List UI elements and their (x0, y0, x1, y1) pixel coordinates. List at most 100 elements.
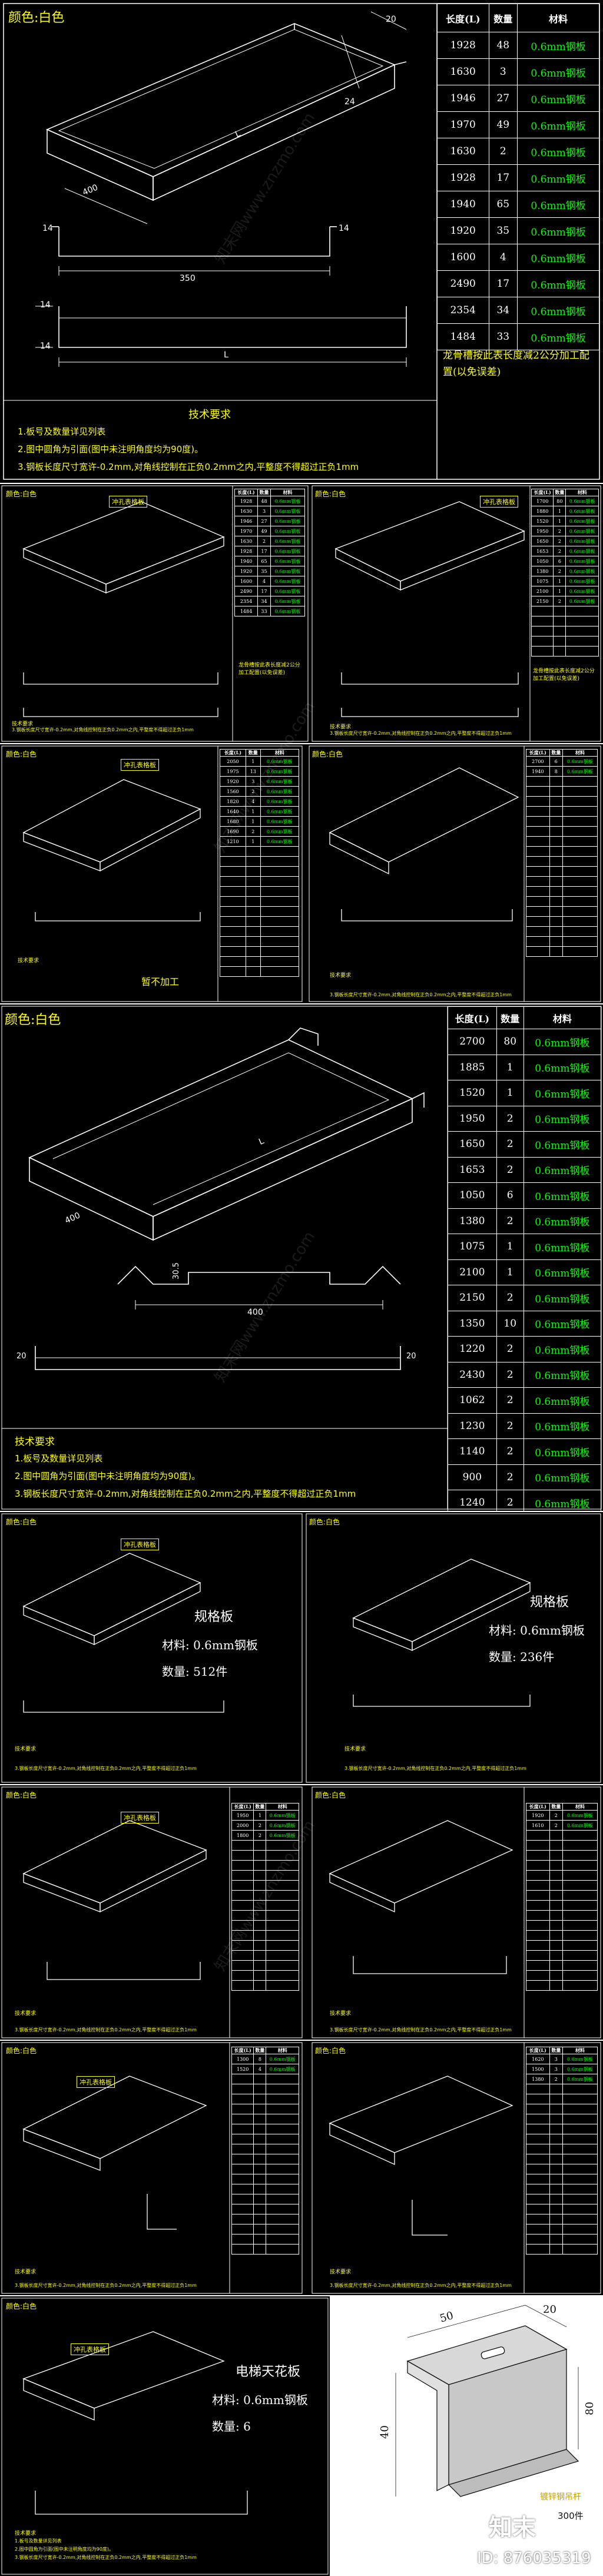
table-cell: 2700 (526, 756, 550, 767)
table-row: 2050 1 0.6mm钢板 (220, 756, 300, 767)
table-cell: 1940 (526, 766, 550, 777)
table-row-empty (231, 2144, 299, 2154)
table-cell: 1 (553, 516, 566, 526)
spec-title: 规格板 (530, 1595, 569, 1610)
table-row-empty (526, 786, 598, 797)
render-label: 镀锌钢吊杆 (540, 2492, 581, 2502)
table-cell: 0.6mm钢板 (565, 556, 599, 566)
color-label: 颜色:白色 (6, 2302, 37, 2310)
table-cell: 0.6mm钢板 (523, 1156, 602, 1183)
length-table: 长度(L) 数量 材料 1920 2 0.6mm钢板 1610 2 0.6mm钢板 (526, 1803, 598, 1991)
callout-tag: 冲孔表格板 (121, 1539, 159, 1550)
table-cell: 0.6mm钢板 (517, 244, 599, 271)
table-row-empty (231, 2204, 299, 2214)
table-row-empty (231, 2174, 299, 2184)
requirement-line: 1.板号及数量详见列表 (18, 426, 106, 437)
table-cell: 0.6mm钢板 (517, 191, 599, 218)
table-cell: 2100 (531, 586, 554, 596)
table-row: 1630 3 0.6mm钢板 (437, 58, 599, 85)
table-header: 长度(L) (231, 2047, 254, 2054)
table-row-empty (220, 926, 300, 937)
color-label: 颜色:白色 (6, 2047, 37, 2055)
table-row-empty (220, 956, 300, 967)
table-cell: 1220 (448, 1336, 497, 1362)
table-row: 1680 1 0.6mm钢板 (220, 816, 300, 827)
table-cell: 1630 (437, 138, 489, 165)
table-cell: 2 (496, 1361, 524, 1388)
table-header: 长度(L) (231, 1803, 254, 1811)
table-row-empty (526, 2094, 598, 2104)
table-row: 1928 48 0.6mm钢板 (234, 496, 306, 506)
dim-label: 350 (180, 274, 196, 283)
color-label: 颜色:白色 (315, 2047, 346, 2055)
table-cell: 0.6mm钢板 (523, 1182, 602, 1209)
table-row: 1380 2 0.6mm钢板 (448, 1208, 602, 1234)
table-cell: 1240 (448, 1490, 497, 1511)
table-row-empty (526, 1880, 598, 1891)
table-row: 1600 4 0.6mm钢板 (234, 576, 306, 586)
color-label: 颜色:白色 (6, 750, 37, 758)
table-header: 材料 (517, 4, 599, 32)
panel-drawing-8 (1, 2297, 329, 2575)
table-row-empty (526, 2164, 598, 2174)
table-note: 龙骨槽按此表长度减2公分加工配置(以免误差) (238, 662, 300, 676)
requirements-title: 技术要求 (15, 1746, 37, 1752)
table-cell: 0.6mm钢板 (270, 606, 306, 616)
dim-label: 14 (42, 224, 53, 233)
table-header-row: 长度(L) 数量 材料 (526, 2047, 598, 2054)
table-cell: 8 (549, 766, 564, 777)
callout-tag: 冲孔表格板 (121, 1812, 159, 1824)
table-row-empty (526, 776, 598, 787)
table-cell: 35 (257, 566, 271, 576)
requirement-line: 1.板号及数量详见列表 (15, 1453, 103, 1464)
table-row: 1230 2 0.6mm钢板 (448, 1413, 602, 1439)
table-cell: 2 (549, 1820, 564, 1831)
table-cell: 0.6mm钢板 (266, 2064, 299, 2074)
table-cell: 1600 (234, 576, 259, 586)
requirement-line: 3.钢板长度尺寸宽许-0.2mm,对角线控制在正负0.2mm之内,平整度不得超过… (18, 462, 359, 472)
table-cell: 0.6mm钢板 (260, 776, 300, 787)
table-row-empty (526, 1950, 598, 1961)
dim-label: 24 (344, 97, 355, 107)
dim-label: 400 (247, 1308, 263, 1317)
table-row: 1640 1 0.6mm钢板 (220, 806, 300, 817)
table-header: 数量 (549, 749, 564, 757)
table-cell: 1140 (448, 1438, 497, 1465)
table-cell: 0.6mm钢板 (565, 496, 599, 506)
table-cell: 1928 (437, 32, 489, 59)
table-row: 1820 4 0.6mm钢板 (220, 796, 300, 807)
table-row-empty (231, 2114, 299, 2124)
color-label: 颜色:白色 (6, 1518, 37, 1526)
spec-quantity: 数量: 6 (212, 2419, 251, 2434)
table-row-empty (526, 866, 598, 877)
table-cell: 0.6mm钢板 (266, 1820, 299, 1831)
table-cell: 0.6mm钢板 (565, 536, 599, 546)
table-cell: 80 (496, 1029, 524, 1055)
color-label: 颜色:白色 (8, 11, 65, 25)
table-cell: 2 (553, 536, 566, 546)
table-cell: 0.6mm钢板 (517, 217, 599, 244)
table-header-row: 长度(L) 数量 材料 (231, 1803, 299, 1811)
table-cell: 1950 (448, 1105, 497, 1132)
table-row-empty (220, 906, 300, 917)
table-row-empty (526, 1980, 598, 1991)
table-cell: 0.6mm钢板 (270, 536, 306, 546)
requirements-title: 技术要求 (15, 1436, 55, 1448)
table-row-empty (231, 1890, 299, 1901)
requirement-line: 3.钢板长度尺寸宽许-0.2mm,对角线控制在正负0.2mm之内,平整度不得超过… (15, 1488, 356, 1499)
table-cell: 0.6mm钢板 (523, 1336, 602, 1362)
table-cell: 2 (253, 1820, 267, 1831)
table-row-empty (526, 816, 598, 827)
table-row: 1940 8 0.6mm钢板 (526, 766, 598, 777)
table-cell: 0.6mm钢板 (517, 164, 599, 191)
table-row-empty (526, 826, 598, 837)
table-cell: 1 (496, 1259, 524, 1285)
table-row-empty (526, 2194, 598, 2204)
requirement-line: 3.钢板长度尺寸宽许-0.2mm,对角线控制在正负0.2mm之内,平整度不得超过… (15, 1766, 197, 1771)
table-cell: 2 (488, 138, 518, 165)
table-cell: 33 (488, 323, 518, 350)
color-label: 颜色:白色 (312, 750, 343, 758)
table-header: 数量 (549, 2047, 564, 2054)
table-row-empty (526, 1830, 598, 1841)
table-row-empty (231, 2124, 299, 2134)
